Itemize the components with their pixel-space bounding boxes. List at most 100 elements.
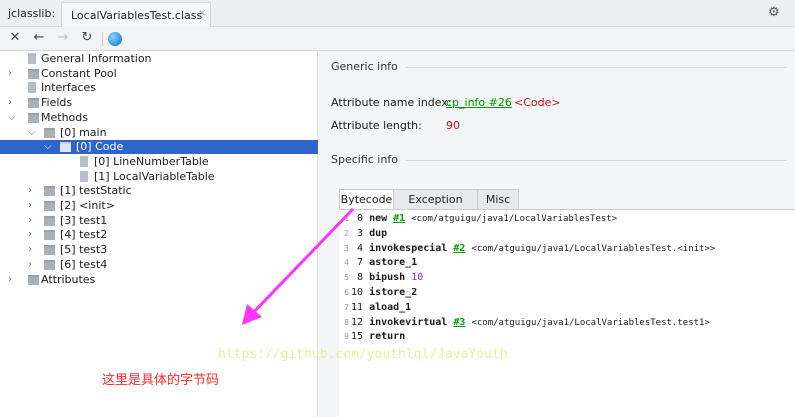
tree-row-label: [0] LineNumberTable <box>94 154 209 168</box>
attr-name-label: Attribute name index: <box>331 96 452 109</box>
file-icon <box>28 82 36 94</box>
file-icon <box>80 155 88 167</box>
tree-row-label: [0] main <box>60 125 107 139</box>
chevron-right-icon[interactable]: › <box>28 199 38 213</box>
folder-icon <box>44 201 55 211</box>
constant-pool-link[interactable]: #2 <box>453 243 465 254</box>
tree-row[interactable]: › [5] test3 <box>0 243 318 257</box>
line-number: 3 <box>344 243 349 253</box>
tree-row[interactable]: › [3] test1 <box>0 214 318 228</box>
chevron-right-icon[interactable]: › <box>28 243 38 257</box>
folder-icon <box>28 112 39 123</box>
class-structure-tree[interactable]: › Attributes › [6] test4 › [5] test3 › [4] test… <box>0 51 318 417</box>
tree-row[interactable]: ⌵ [0] main <box>0 126 318 140</box>
toolbar: ✕ ← → ↻ <box>0 27 795 51</box>
immediate-operand: 10 <box>411 272 424 284</box>
annotation-text: 这里是具体的字节码 <box>102 373 220 388</box>
tree-row-label: [5] test3 <box>60 243 108 257</box>
tab-bytecode[interactable]: Bytecode <box>339 189 394 210</box>
instruction: 0 new #1 <com/atguigu/java1/LocalVariabl… <box>351 212 617 226</box>
tree-row-label: General Information <box>41 52 152 65</box>
folder-icon <box>28 274 39 285</box>
opcode: bipush <box>369 272 406 284</box>
refresh-icon[interactable]: ↻ <box>78 29 96 47</box>
tree-row[interactable]: › [2] <init> <box>0 199 318 213</box>
instruction-offset: 0 <box>351 213 370 224</box>
chevron-right-icon[interactable]: › <box>28 258 38 272</box>
line-number: 7 <box>344 302 349 312</box>
bytecode-listing[interactable]: 1 0 new #1 <com/atguigu/java1/LocalVaria… <box>339 209 795 417</box>
line-number: 5 <box>344 273 349 283</box>
chevron-right-icon[interactable]: › <box>28 228 38 242</box>
operand-comment: <com/atguigu/java1/LocalVariablesTest> <box>411 214 618 224</box>
chevron-down-icon[interactable]: ⌵ <box>28 126 38 140</box>
tree-row[interactable]: [0] LineNumberTable <box>0 155 318 169</box>
detail-pane: Generic info Attribute name index: cp_in… <box>319 51 795 417</box>
chevron-right-icon[interactable]: › <box>28 214 38 228</box>
tab-exception-table[interactable]: Exception table <box>393 189 478 226</box>
tree-row-label: Constant Pool <box>41 66 117 80</box>
folder-icon <box>44 127 55 138</box>
opcode: istore_2 <box>369 287 418 298</box>
instruction-offset: 15 <box>351 331 370 343</box>
web-icon[interactable] <box>108 32 122 46</box>
instruction: 3 dup <box>351 227 387 241</box>
close-icon[interactable]: ✕ <box>6 29 24 47</box>
chevron-down-icon[interactable]: ⌵ <box>8 111 18 125</box>
generic-info-heading: Generic info <box>331 60 406 73</box>
instruction-offset: 8 <box>351 272 370 284</box>
watermark-text: https://github.com/youthlql/JavaYouth <box>218 347 508 362</box>
instruction-offset: 10 <box>351 287 370 298</box>
tree-row[interactable]: ⌵ [0] Code <box>0 140 318 155</box>
tree-row[interactable]: › [6] test4 <box>0 258 318 272</box>
tree-row[interactable]: › [1] testStatic <box>0 184 318 198</box>
folder-icon <box>44 186 55 197</box>
tree-row[interactable]: › Attributes <box>0 273 318 287</box>
close-tab-icon[interactable]: × <box>198 8 206 19</box>
chevron-down-icon[interactable]: ⌵ <box>44 140 54 154</box>
tree-row-label: [3] test1 <box>60 213 108 227</box>
tree-row[interactable]: › Fields <box>0 96 318 110</box>
line-number: 2 <box>344 228 349 238</box>
tree-row-label: Interfaces <box>41 81 96 95</box>
instruction: 11 aload_1 <box>351 301 411 315</box>
bytecode-line: 7 11 aload_1 <box>339 301 795 315</box>
cp-info-link[interactable]: cp_info #26 <box>446 96 512 109</box>
tree-row-label: [6] test4 <box>60 257 108 271</box>
folder-icon <box>60 142 71 153</box>
tree-row[interactable]: [1] LocalVariableTable <box>0 170 318 184</box>
bytecode-line: 1 0 new #1 <com/atguigu/java1/LocalVaria… <box>339 212 795 226</box>
instruction: 12 invokevirtual #3 <com/atguigu/java1/L… <box>351 316 710 330</box>
tree-row[interactable]: General Information <box>0 52 318 66</box>
tree-row[interactable]: Interfaces <box>0 81 318 95</box>
tree-row[interactable]: › Constant Pool <box>0 67 318 81</box>
bytecode-line: 9 15 return <box>339 330 795 344</box>
instruction: 15 return <box>351 330 405 344</box>
chevron-right-icon[interactable]: › <box>28 184 38 198</box>
opcode: invokespecial <box>369 242 448 254</box>
bytecode-line: 4 7 astore_1 <box>339 256 795 270</box>
instruction: 8 bipush 10 <box>351 271 423 285</box>
file-icon <box>28 53 36 64</box>
instruction: 10 istore_2 <box>351 286 417 300</box>
chevron-right-icon[interactable]: › <box>8 96 18 110</box>
line-number: 4 <box>344 258 349 268</box>
back-icon[interactable]: ← <box>30 29 48 47</box>
forward-icon[interactable]: → <box>54 29 72 47</box>
tree-row-label: [1] LocalVariableTable <box>94 169 215 183</box>
file-tab[interactable]: LocalVariablesTest.class × <box>61 2 211 27</box>
constant-pool-link[interactable]: #1 <box>393 213 405 224</box>
gear-icon[interactable]: ⚙ <box>768 5 780 20</box>
chevron-right-icon[interactable]: › <box>8 67 18 81</box>
chevron-right-icon[interactable]: › <box>8 273 18 287</box>
tree-row[interactable]: › [4] test2 <box>0 228 318 242</box>
tree-row[interactable]: ⌵ Methods <box>0 111 318 125</box>
bytecode-line: 6 10 istore_2 <box>339 286 795 300</box>
tab-misc[interactable]: Misc <box>477 189 519 210</box>
constant-pool-link[interactable]: #3 <box>453 317 465 328</box>
instruction-offset: 12 <box>351 316 370 328</box>
operand-comment: <com/atguigu/java1/LocalVariablesTest.<i… <box>471 243 716 254</box>
attr-name-value: <Code> <box>514 96 561 109</box>
instruction: 4 invokespecial #2 <com/atguigu/java1/Lo… <box>351 242 715 256</box>
opcode: new <box>369 213 388 224</box>
